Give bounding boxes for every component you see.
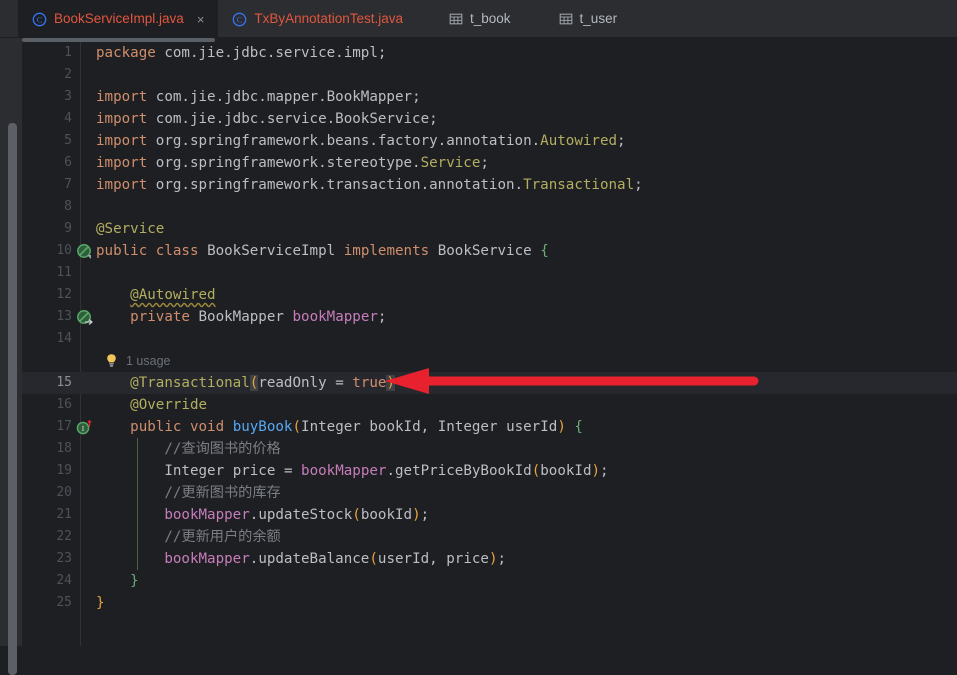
close-icon[interactable]: × — [197, 13, 205, 26]
code-line-2[interactable]: 2 — [22, 64, 957, 86]
tab-t-book[interactable]: t_book — [435, 0, 525, 38]
svg-text:C: C — [237, 14, 243, 24]
code-line-10[interactable]: 10 public class BookServiceImpl implemen… — [22, 240, 957, 262]
code-line-9[interactable]: 9 @Service — [22, 218, 957, 240]
inlay-hint-text[interactable]: 1 usage — [126, 350, 170, 372]
line-number: 16 — [56, 397, 72, 412]
line-number: 2 — [64, 67, 72, 82]
inlay-hint-row: 1 usage — [22, 350, 957, 372]
left-scrollbar-thumb[interactable] — [8, 123, 17, 675]
code-line-14[interactable]: 14 — [22, 328, 957, 350]
left-scrollbar-strip[interactable] — [0, 38, 22, 675]
code-text: //更新用户的余额 — [96, 529, 281, 545]
line-number: 10 — [56, 243, 72, 258]
code-text: } — [96, 595, 105, 611]
line-number: 22 — [56, 529, 72, 544]
code-text: import com.jie.jdbc.service.BookService; — [96, 111, 438, 127]
tab-txbyannotationtest-java[interactable]: C TxByAnnotationTest.java — [218, 0, 417, 38]
editor-tab-bar: C BookServiceImpl.java × C TxByAnnotatio… — [0, 0, 957, 38]
tab-label: BookServiceImpl.java — [54, 11, 184, 27]
code-text: private BookMapper bookMapper; — [130, 309, 387, 325]
code-line-18[interactable]: 18 //查询图书的价格 — [22, 438, 957, 460]
code-line-22[interactable]: 22 //更新用户的余额 — [22, 526, 957, 548]
tab-bar-left-gap — [0, 0, 18, 38]
line-number: 3 — [64, 89, 72, 104]
spring-bean-autowired-icon[interactable] — [76, 309, 93, 326]
code-line-23[interactable]: 23 bookMapper.updateBalance(userId, pric… — [22, 548, 957, 570]
line-number: 18 — [56, 441, 72, 456]
svg-text:C: C — [37, 14, 43, 24]
database-table-icon — [559, 12, 573, 26]
lightbulb-icon[interactable] — [104, 353, 119, 369]
code-line-21[interactable]: 21 bookMapper.updateStock(bookId); — [22, 504, 957, 526]
line-number: 8 — [64, 199, 72, 214]
line-number: 15 — [56, 375, 72, 390]
line-number: 12 — [56, 287, 72, 302]
spring-bean-icon[interactable] — [76, 243, 93, 260]
tab-label: TxByAnnotationTest.java — [254, 11, 403, 27]
code-text: Integer price = bookMapper.getPriceByBoo… — [164, 463, 609, 479]
database-table-icon — [449, 12, 463, 26]
code-line-5[interactable]: 5 import org.springframework.beans.facto… — [22, 130, 957, 152]
code-text: import com.jie.jdbc.mapper.BookMapper; — [96, 89, 421, 105]
line-number: 14 — [56, 331, 72, 346]
code-line-16[interactable]: 16 @Override — [22, 394, 957, 416]
java-class-icon: C — [32, 12, 47, 27]
code-line-3[interactable]: 3 import com.jie.jdbc.mapper.BookMapper; — [22, 86, 957, 108]
code-line-20[interactable]: 20 //更新图书的库存 — [22, 482, 957, 504]
code-text: //更新图书的库存 — [96, 485, 281, 501]
code-text: import org.springframework.stereotype.Se… — [96, 155, 489, 171]
code-editor[interactable]: 1 package com.jie.jdbc.service.impl; 2 3… — [22, 42, 957, 646]
line-number: 6 — [64, 155, 72, 170]
code-text: @Autowired — [130, 287, 216, 303]
code-line-4[interactable]: 4 import com.jie.jdbc.service.BookServic… — [22, 108, 957, 130]
code-text: bookMapper.updateBalance(userId, price); — [164, 551, 507, 567]
code-line-13[interactable]: 13 private BookMapper bookMapper; — [22, 306, 957, 328]
tab-t-user[interactable]: t_user — [545, 0, 632, 38]
code-line-8[interactable]: 8 — [22, 196, 957, 218]
tab-bookserviceimpl-java[interactable]: C BookServiceImpl.java × — [18, 0, 219, 38]
line-number: 11 — [56, 265, 72, 280]
code-text: import org.springframework.beans.factory… — [96, 133, 626, 149]
line-number: 20 — [56, 485, 72, 500]
code-line-11[interactable]: 11 — [22, 262, 957, 284]
line-number: 9 — [64, 221, 72, 236]
code-text: package com.jie.jdbc.service.impl; — [96, 45, 387, 61]
java-class-icon: C — [232, 12, 247, 27]
ide-window: C BookServiceImpl.java × C TxByAnnotatio… — [0, 0, 957, 675]
tab-label: t_book — [470, 11, 511, 27]
tab-label: t_user — [579, 11, 618, 27]
line-number: 4 — [64, 111, 72, 126]
code-text: //查询图书的价格 — [96, 441, 281, 457]
code-text: @Override — [130, 397, 208, 413]
line-number: 23 — [56, 551, 72, 566]
code-text: import org.springframework.transaction.a… — [96, 177, 643, 193]
line-number: 25 — [56, 595, 72, 610]
line-number: 21 — [56, 507, 72, 522]
code-line-7[interactable]: 7 import org.springframework.transaction… — [22, 174, 957, 196]
code-line-17[interactable]: 17 I public void buyBook(Integer bookId,… — [22, 416, 957, 438]
code-text: @Service — [96, 221, 165, 237]
code-text: @Transactional(readOnly = true) — [130, 375, 396, 391]
code-text: } — [130, 573, 139, 589]
code-line-12[interactable]: 12 @Autowired — [22, 284, 957, 306]
code-line-19[interactable]: 19 Integer price = bookMapper.getPriceBy… — [22, 460, 957, 482]
line-number: 19 — [56, 463, 72, 478]
line-number: 1 — [64, 45, 72, 60]
line-number: 17 — [56, 419, 72, 434]
code-line-6[interactable]: 6 import org.springframework.stereotype.… — [22, 152, 957, 174]
line-number: 7 — [64, 177, 72, 192]
code-line-1[interactable]: 1 package com.jie.jdbc.service.impl; — [22, 42, 957, 64]
code-line-24[interactable]: 24 } — [22, 570, 957, 592]
code-line-15[interactable]: 15 @Transactional(readOnly = true) — [22, 372, 957, 394]
code-line-25[interactable]: 25 } — [22, 592, 957, 614]
line-number: 13 — [56, 309, 72, 324]
line-number: 24 — [56, 573, 72, 588]
code-text: bookMapper.updateStock(bookId); — [164, 507, 430, 523]
line-number: 5 — [64, 133, 72, 148]
implementing-method-icon[interactable]: I — [76, 419, 93, 436]
code-text: public void buyBook(Integer bookId, Inte… — [130, 419, 583, 435]
code-text: public class BookServiceImpl implements … — [96, 243, 549, 259]
